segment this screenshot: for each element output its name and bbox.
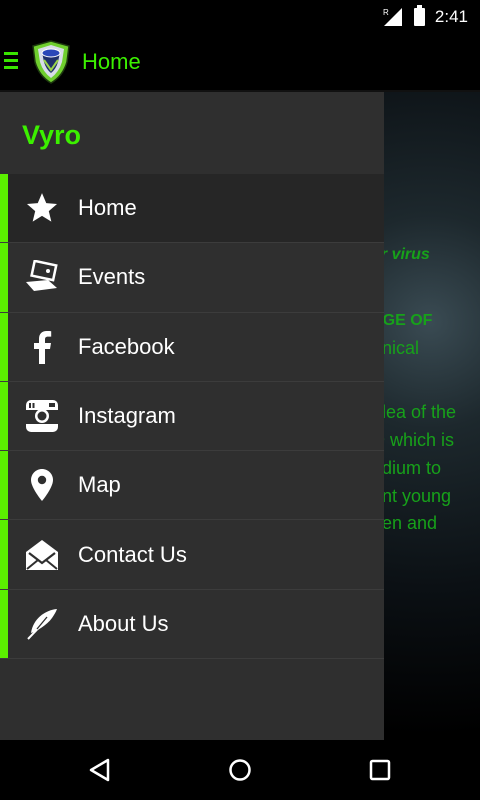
star-icon: [24, 190, 60, 226]
clock: 2:41: [434, 7, 468, 26]
recents-button[interactable]: [366, 756, 394, 784]
home-button[interactable]: [226, 756, 254, 784]
accent-bar: [0, 312, 8, 381]
back-button[interactable]: [86, 756, 114, 784]
accent-bar: [0, 381, 8, 451]
drawer-item-label: About Us: [78, 610, 169, 636]
accent-bar: [0, 520, 8, 589]
content-text: lea of the: [382, 402, 457, 422]
drawer-item-label: Map: [78, 472, 121, 498]
active-indicator: [0, 174, 8, 243]
drawer-item-label: Instagram: [78, 403, 176, 429]
drawer-menu: Home Events Facebook Instagram Map Conta…: [0, 174, 384, 660]
drawer-title: Vyro: [22, 120, 82, 150]
app-logo[interactable]: [30, 40, 72, 84]
cell-signal-icon: R: [382, 7, 404, 27]
drawer-item-label: Home: [78, 195, 137, 221]
navigation-drawer: Vyro Home Events Facebook Instagram Map …: [0, 92, 384, 740]
drawer-item-label: Contact Us: [78, 541, 187, 567]
map-pin-icon: [24, 467, 60, 503]
drawer-item-about-us[interactable]: About Us: [0, 589, 384, 660]
drawer-item-instagram[interactable]: Instagram: [0, 381, 384, 452]
drawer-item-map[interactable]: Map: [0, 451, 384, 521]
battery-icon: [413, 5, 425, 26]
instagram-icon: [24, 398, 60, 434]
drawer-item-label: Facebook: [78, 333, 175, 359]
drawer-item-label: Events: [78, 264, 146, 290]
accent-bar: [0, 589, 8, 659]
feather-icon: [24, 606, 60, 642]
drawer-item-events[interactable]: Events: [0, 243, 384, 313]
accent-bar: [0, 243, 8, 312]
status-bar: R 2:41: [0, 0, 480, 33]
facebook-icon: [24, 329, 60, 365]
svg-text:R: R: [383, 8, 389, 17]
system-nav-bar: [0, 740, 480, 800]
app-bar-title: Home: [82, 49, 141, 74]
drawer-item-home[interactable]: Home: [0, 174, 384, 244]
laptop-icon: [24, 259, 60, 295]
drawer-item-facebook[interactable]: Facebook: [0, 312, 384, 382]
content-text: D which is: [372, 430, 455, 450]
accent-bar: [0, 451, 8, 520]
drawer-item-contact-us[interactable]: Contact Us: [0, 520, 384, 590]
envelope-icon: [24, 537, 60, 573]
app-bar: Home: [0, 33, 480, 92]
drawer-header: Vyro: [0, 92, 384, 174]
hamburger-menu-icon[interactable]: [4, 52, 18, 70]
